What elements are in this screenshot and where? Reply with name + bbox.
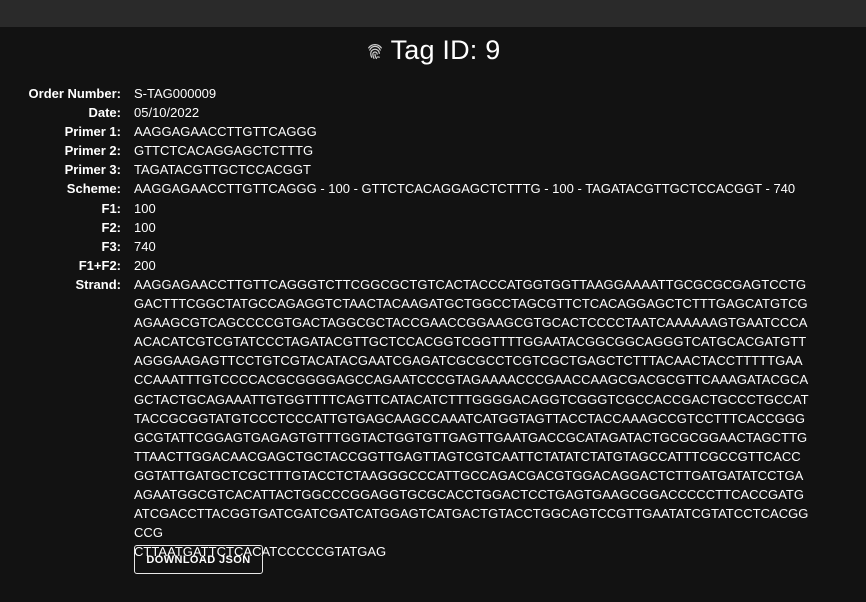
detail-row-scheme: Scheme: AAGGAGAACCTTGTTCAGGG - 100 - GTTC… — [0, 179, 866, 198]
detail-label: Primer 2: — [64, 143, 121, 159]
detail-value: S-TAG000009 — [134, 86, 217, 101]
strand-line: GGTATTGATGCTCGCTTTGTACCTCTAAGGGCCCATTGCC… — [134, 467, 804, 483]
detail-row-f1-f2: F1+F2: 200 — [0, 256, 866, 275]
strand-line: GCGTATTCGGAGTGAGAGTGTTTGGTACTGGTGTTGAGTT… — [134, 429, 808, 445]
detail-row-date: Date: 05/10/2022 — [0, 103, 866, 122]
detail-value: 740 — [134, 238, 156, 254]
detail-label: F3: — [101, 238, 122, 254]
detail-value: 100 — [134, 200, 156, 216]
detail-label: Primer 3: — [64, 162, 121, 178]
tag-details-list: Order Number: S-TAG000009 Date: 05/10/2022 P… — [0, 84, 866, 561]
detail-row-f3: F3: 740 — [0, 237, 866, 256]
detail-row-primer-2: Primer 2: GTTCTCACAGGAGCTCTTTG — [0, 141, 866, 160]
page-header: Tag ID: 9 — [0, 33, 866, 67]
detail-value: AAGGAGAACCTTGTTCAGGG - 100 - GTTCTCACAGG… — [134, 181, 796, 197]
detail-row-f1: F1: 100 — [0, 199, 866, 218]
detail-row-strand: Strand: AAGGAGAACCTTGTTCAGGGTCTTCGGCGCTGT… — [0, 275, 866, 561]
tag-detail-page: Tag ID: 9 Order Number: S-TAG000009 Date: 0… — [0, 27, 866, 602]
detail-value: 100 — [134, 219, 156, 235]
app-top-bar — [0, 0, 866, 27]
strand-line: GCTACTGCAGAAATTGTGGTTTTCAGTTCATACATCTTTG… — [134, 391, 809, 407]
detail-label: Scheme: — [66, 181, 121, 197]
detail-row-primer-3: Primer 3: TAGATACGTTGCTCCACGGT — [0, 160, 866, 179]
detail-label: F2: — [101, 219, 122, 235]
strand-line: CCAAATTTGTCCCCACGCGGGGAGCCAGAATCCCGTAGAA… — [134, 372, 809, 388]
detail-value: 05/10/2022 — [134, 105, 200, 121]
detail-label: F1: — [101, 200, 122, 216]
detail-label: F1+F2: — [78, 257, 121, 273]
strand-line: GACTTTCGGCTATGCCAGAGGTCTAACTACAAGATGCTGG… — [134, 296, 808, 312]
detail-label: Date: — [88, 105, 121, 121]
fingerprint-icon — [367, 43, 382, 59]
strand-line: AGAATGGCGTCACATTACTGGCCCGGAGGTGCGCACCTGG… — [134, 486, 805, 502]
detail-row-primer-1: Primer 1: AAGGAGAACCTTGTTCAGGG — [0, 122, 866, 141]
detail-row-f2: F2: 100 — [0, 218, 866, 237]
detail-value: TAGATACGTTGCTCCACGGT — [134, 162, 311, 178]
strand-line: AGGGAAGAGTTCCTGTCGTACATACGAATCGAGATCGCGC… — [134, 353, 803, 369]
strand-line: TACCGCGGTATGTCCCTCCCATTGTGAGCAAGCCAAATCA… — [134, 410, 806, 426]
detail-label: Strand: — [75, 276, 122, 292]
strand-sequence: AAGGAGAACCTTGTTCAGGGTCTTCGGCGCTGTCACTACC… — [134, 275, 814, 561]
strand-line: ACACATCGTCGTATCCCTAGATACGTTGCTCCACGGTCGG… — [134, 334, 807, 350]
page-title: Tag ID: 9 — [390, 34, 501, 65]
detail-label: Primer 1: — [64, 124, 121, 140]
detail-value: AAGGAGAACCTTGTTCAGGG — [134, 124, 317, 140]
strand-line: AGAAGCGTCAGCCCCGTGACTAGGCGCTACCGAACCGGAA… — [134, 315, 808, 331]
strand-line: AAGGAGAACCTTGTTCAGGGTCTTCGGCGCTGTCACTACC… — [134, 276, 807, 292]
detail-value: 200 — [134, 257, 156, 273]
strand-line: TTAACTTGGACAACGAGCTGCTACCGGTTGAGTTAGTCGT… — [134, 448, 801, 464]
download-json-button[interactable]: DOWNLOAD JSON — [134, 545, 263, 574]
detail-value: GTTCTCACAGGAGCTCTTTG — [134, 143, 314, 159]
detail-label: Order Number: — [28, 86, 121, 101]
detail-row-order-number: Order Number: S-TAG000009 — [0, 84, 866, 103]
strand-line: ATCGACCTTACGGTGATCGATCGATCATGGAGTCATGACT… — [134, 506, 809, 541]
